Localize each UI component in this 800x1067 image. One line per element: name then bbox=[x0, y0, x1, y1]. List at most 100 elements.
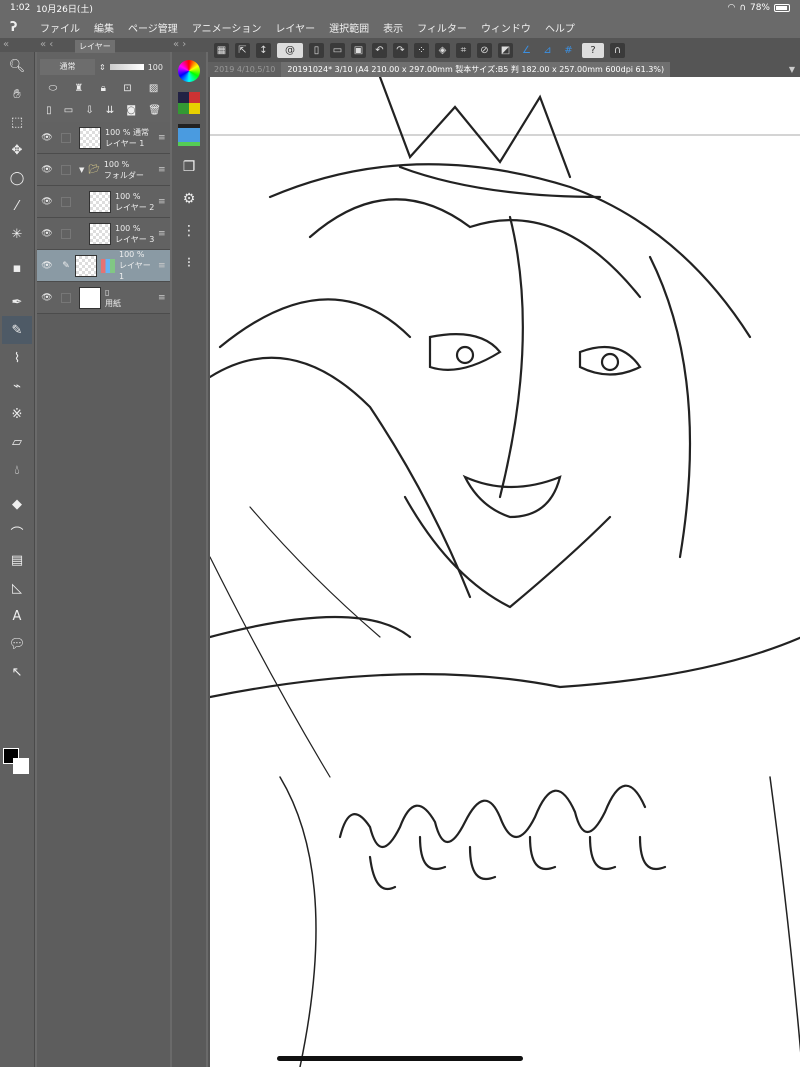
layer-mask-icon[interactable]: ◙ bbox=[126, 105, 136, 116]
airbrush-tool-icon[interactable]: ⌁ bbox=[2, 372, 32, 400]
layer-checkbox[interactable] bbox=[61, 196, 71, 207]
tab-document-1[interactable]: 2019 4/10,5/10 bbox=[208, 62, 282, 77]
menu-selection[interactable]: 選択範囲 bbox=[329, 20, 369, 35]
brush-tool-icon[interactable]: ⌇ bbox=[2, 344, 32, 372]
blend-tool-icon[interactable]: 💧︎ bbox=[2, 456, 32, 484]
text-tool-icon[interactable]: A bbox=[2, 602, 32, 630]
tab-document-2[interactable]: 20191024* 3/10 (A4 210.00 x 297.00mm 製本サ… bbox=[281, 62, 671, 77]
open-file-icon[interactable]: ▭ bbox=[330, 42, 345, 58]
eye-icon[interactable]: 👁︎ bbox=[37, 133, 57, 143]
tool-property-icon[interactable]: ⁝ bbox=[178, 252, 200, 274]
menu-edit[interactable]: 編集 bbox=[94, 20, 114, 35]
tabs-dropdown-icon[interactable]: ▼ bbox=[784, 62, 800, 77]
clip-studio-icon[interactable]: @ bbox=[277, 42, 303, 58]
menu-filter[interactable]: フィルター bbox=[417, 20, 467, 35]
menu-file[interactable]: ファイル bbox=[40, 20, 80, 35]
layer-checkbox[interactable] bbox=[61, 292, 71, 303]
deselect-icon[interactable]: ⊘ bbox=[477, 42, 492, 58]
pencil-tool-icon[interactable]: ✎ bbox=[2, 316, 32, 344]
sub-color[interactable] bbox=[13, 758, 29, 774]
auto-select-tool-icon[interactable]: ✳ bbox=[2, 220, 32, 248]
reference-layer-icon[interactable]: ♜ bbox=[74, 83, 83, 94]
mask-icon[interactable]: ▨ bbox=[149, 83, 158, 94]
layer-row[interactable]: 👁︎ ▼ 📂︎ 100 % フォルダー ≡ bbox=[37, 154, 170, 186]
redo-icon[interactable]: ↷ bbox=[393, 42, 408, 58]
layer-row-selected[interactable]: 👁︎ ✎ 100 % レイヤー 1 ≡ bbox=[37, 250, 170, 282]
lock-transparency-icon[interactable]: ⊡ bbox=[123, 83, 131, 94]
frame-tool-icon[interactable]: ▤ bbox=[2, 546, 32, 574]
undo-icon[interactable]: ↶ bbox=[372, 42, 387, 58]
eyedropper-tool-icon[interactable]: ⁄ bbox=[2, 192, 32, 220]
layer-checkbox[interactable] bbox=[61, 228, 71, 239]
grid-snap-icon[interactable]: # bbox=[561, 43, 576, 58]
material-icon[interactable]: ❐ bbox=[178, 156, 200, 178]
sub-tool-icon[interactable]: ⋮ bbox=[178, 220, 200, 242]
lock-icon[interactable]: 🔒︎ bbox=[101, 83, 106, 94]
ruler-tool-icon[interactable]: ◺ bbox=[2, 574, 32, 602]
menu-icon[interactable]: ≡ bbox=[158, 229, 170, 239]
eye-icon[interactable]: 👁︎ bbox=[37, 197, 57, 207]
layer-checkbox[interactable] bbox=[61, 132, 71, 143]
color-wheel-icon[interactable] bbox=[178, 60, 200, 82]
invert-icon[interactable]: ◩ bbox=[498, 42, 513, 58]
app-logo-icon[interactable]: ʔ bbox=[10, 20, 26, 35]
zoom-tool-icon[interactable]: 🔍︎ bbox=[2, 52, 32, 80]
new-folder-icon[interactable]: ▭ bbox=[64, 105, 73, 116]
opacity-value[interactable]: 100 bbox=[148, 63, 163, 72]
menu-window[interactable]: ウィンドウ bbox=[481, 20, 531, 35]
merge-down-icon[interactable]: ⇩ bbox=[85, 105, 93, 116]
menu-view[interactable]: 表示 bbox=[383, 20, 403, 35]
menu-page[interactable]: ページ管理 bbox=[128, 20, 178, 35]
layer-checkbox[interactable] bbox=[61, 164, 71, 175]
new-file-icon[interactable]: ▯ bbox=[309, 42, 324, 58]
opacity-slider[interactable] bbox=[109, 64, 144, 70]
menu-icon[interactable]: ≡ bbox=[158, 165, 170, 175]
move-layer-tool-icon[interactable]: ✥ bbox=[2, 136, 32, 164]
menu-layer[interactable]: レイヤー bbox=[275, 20, 315, 35]
eye-icon[interactable]: 👁︎ bbox=[37, 261, 57, 271]
layer-row[interactable]: 👁︎ ▯ 用紙 ≡ bbox=[37, 282, 170, 314]
eye-icon[interactable]: 👁︎ bbox=[37, 165, 57, 175]
eye-icon[interactable]: 👁︎ bbox=[37, 229, 57, 239]
ruler-snap-icon[interactable]: ∠ bbox=[519, 43, 534, 58]
clip-layer-icon[interactable]: ⬭ bbox=[49, 83, 58, 94]
transform-icon[interactable]: ⌗ bbox=[456, 42, 471, 58]
decoration-tool-icon[interactable]: ※ bbox=[2, 400, 32, 428]
trash-icon[interactable]: 🗑︎ bbox=[148, 105, 161, 116]
folder-expand-icon[interactable]: ▼ bbox=[79, 166, 84, 174]
collapse-left-button[interactable]: « bbox=[0, 38, 37, 52]
menu-icon[interactable]: ≡ bbox=[158, 133, 170, 143]
menu-help[interactable]: ヘルプ bbox=[545, 20, 575, 35]
layer-row[interactable]: 👁︎ 100 % レイヤー 2 ≡ bbox=[37, 186, 170, 218]
export-icon[interactable]: ⇱ bbox=[235, 42, 250, 58]
color-swatch[interactable] bbox=[3, 748, 33, 788]
stepper-icon[interactable]: ↕ bbox=[256, 42, 271, 58]
menu-animation[interactable]: アニメーション bbox=[192, 20, 262, 35]
save-icon[interactable]: ▣ bbox=[351, 42, 366, 58]
balloon-tool-icon[interactable]: 💬︎ bbox=[2, 630, 32, 658]
menu-icon[interactable]: ≡ bbox=[158, 293, 170, 303]
layer-row[interactable]: 👁︎ 100 % レイヤー 3 ≡ bbox=[37, 218, 170, 250]
blend-mode-select[interactable]: 通常 bbox=[40, 59, 95, 75]
fill-tool-icon[interactable]: ◆ bbox=[2, 490, 32, 518]
layer-row[interactable]: 👁︎ 100 % 通常 レイヤー 1 ≡ bbox=[37, 122, 170, 154]
hand-tool-icon[interactable]: ✋︎ bbox=[2, 80, 32, 108]
curve-tool-icon[interactable]: ⌒ bbox=[2, 518, 32, 546]
help-icon[interactable]: ? bbox=[582, 42, 604, 58]
panel-nav-buttons[interactable]: « › bbox=[170, 38, 208, 52]
new-raster-layer-icon[interactable]: ▯ bbox=[46, 105, 52, 116]
companion-icon[interactable]: ∩ bbox=[610, 42, 625, 58]
lasso-tool-icon[interactable]: ◯ bbox=[2, 164, 32, 192]
fill-icon[interactable]: ◈ bbox=[435, 42, 450, 58]
operation-tool-icon[interactable]: ⬚ bbox=[2, 108, 32, 136]
canvas[interactable] bbox=[208, 77, 800, 1067]
eye-icon[interactable]: 👁︎ bbox=[37, 293, 57, 303]
menu-icon[interactable]: ≡ bbox=[158, 197, 170, 207]
tab-layer[interactable]: レイヤー bbox=[75, 40, 115, 53]
correct-line-tool-icon[interactable]: ↖ bbox=[2, 658, 32, 686]
home-indicator[interactable] bbox=[277, 1056, 523, 1061]
clear-icon[interactable]: ⁘ bbox=[414, 42, 429, 58]
animation-icon[interactable] bbox=[178, 124, 200, 146]
gradient-tool-icon[interactable]: ▪ bbox=[2, 254, 32, 282]
merge-icon[interactable]: ⇊ bbox=[106, 105, 114, 116]
